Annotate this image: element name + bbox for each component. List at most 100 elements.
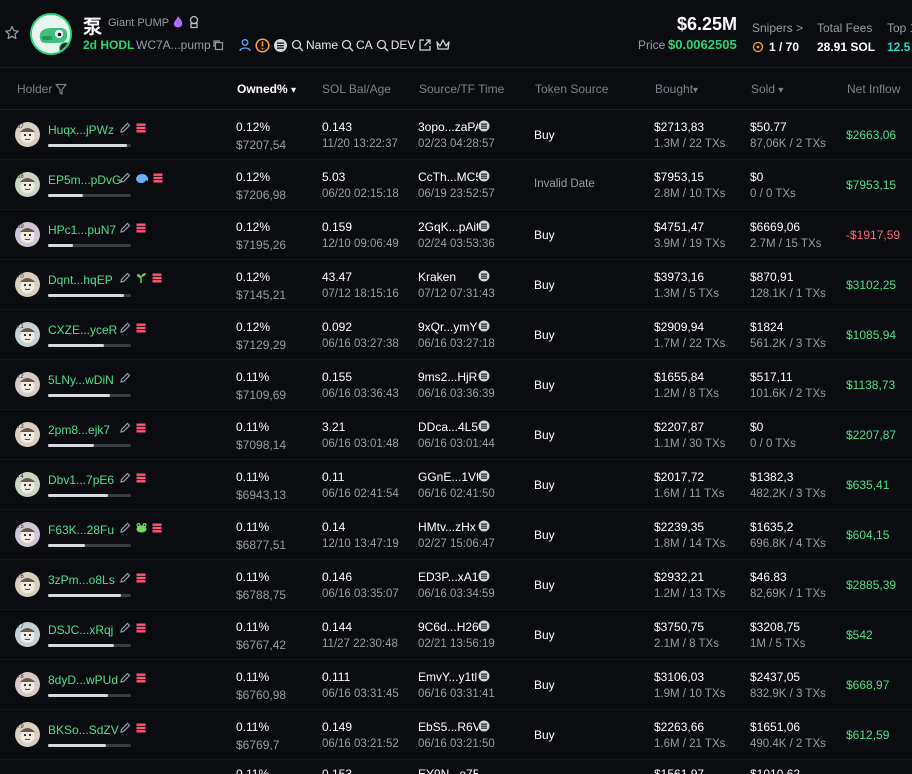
edit-icon[interactable] xyxy=(119,471,132,489)
sol-balance: 0.111 xyxy=(322,670,351,684)
edit-icon[interactable] xyxy=(119,171,132,189)
sold-column-header[interactable]: Sold ▾ xyxy=(751,82,783,96)
funding-source[interactable]: DDca...4L5 xyxy=(418,420,478,434)
holder-address[interactable]: F63K...28Fu xyxy=(48,523,114,537)
funding-source[interactable]: HMtv...zHx xyxy=(418,520,478,534)
avatar[interactable]: 75 xyxy=(15,522,40,547)
table-row[interactable]: 68 EP5m...pDvG 0.12% $7206,98 5.03 06/20 02:1… xyxy=(0,160,912,210)
edit-icon[interactable] xyxy=(119,721,132,739)
table-row[interactable]: 78 8dyD...wPUd 0.11% $6760,98 0.111 06/16 03:… xyxy=(0,660,912,710)
table-row[interactable]: 71 CXZE...yceR 0.12% $7129,29 0.092 06/16 03:… xyxy=(0,310,912,360)
solana-icon[interactable] xyxy=(273,38,288,53)
funding-source[interactable]: EY9N...e7B xyxy=(418,767,478,774)
edit-icon[interactable] xyxy=(119,271,132,289)
table-row[interactable]: 0.11% 0.153 EY9N...e7B $1561,97 $1010,62 xyxy=(0,760,912,774)
sol-bal-column-header[interactable]: SOL Bal/Age xyxy=(322,82,391,96)
edit-icon[interactable] xyxy=(119,571,132,589)
holder-address[interactable]: CXZE...yceR xyxy=(48,323,117,337)
funding-source[interactable]: GGnE...1Vf xyxy=(418,470,478,484)
holding-progress-bar xyxy=(48,494,131,497)
search-dev-button[interactable]: DEV xyxy=(376,38,415,52)
avatar[interactable]: 73 xyxy=(15,422,40,447)
funding-source[interactable]: 9xQr...ymY xyxy=(418,320,478,334)
edit-icon[interactable] xyxy=(119,421,132,439)
funding-source[interactable]: 3opo...zaPA xyxy=(418,120,478,134)
funding-source[interactable]: 2GqK...pAit xyxy=(418,220,478,234)
star-icon[interactable] xyxy=(4,25,20,41)
holder-column-header[interactable]: Holder xyxy=(17,82,67,96)
avatar[interactable]: 67 xyxy=(15,122,40,147)
holder-address[interactable]: 8dyD...wPUd xyxy=(48,673,118,687)
edit-icon[interactable] xyxy=(119,671,132,689)
sol-balance: 0.092 xyxy=(322,320,353,334)
wallet-age: 11/20 13:22:37 xyxy=(322,138,398,150)
edit-icon[interactable] xyxy=(119,371,132,389)
table-row[interactable]: 74 Dbv1...7pE6 0.11% $6943,13 0.11 06/16 02:4… xyxy=(0,460,912,510)
solana-icon xyxy=(478,170,490,182)
holder-address[interactable]: BKSo...SdZV xyxy=(48,723,119,737)
token-source-column-header[interactable]: Token Source xyxy=(535,82,608,96)
funding-source[interactable]: ED3P...xA1 xyxy=(418,570,478,584)
source-tf-column-header[interactable]: Source/TF Time xyxy=(419,82,504,96)
edit-icon[interactable] xyxy=(119,621,132,639)
avatar[interactable]: 76 xyxy=(15,572,40,597)
contract-address[interactable]: WC7A...pump xyxy=(136,38,211,52)
holder-address[interactable]: Huqx...jPWz xyxy=(48,123,114,137)
table-row[interactable]: 76 3zPm...o8Ls 0.11% $6788,75 0.146 06/16 03:… xyxy=(0,560,912,610)
token-avatar[interactable] xyxy=(30,13,72,55)
avatar[interactable]: 71 xyxy=(15,322,40,347)
holder-rank: 75 xyxy=(17,524,24,530)
external-link-icon[interactable] xyxy=(418,38,432,52)
table-row[interactable]: 69 HPc1...puN7 0.12% $7195,26 0.159 12/10 09:… xyxy=(0,210,912,260)
net-inflow: $635,41 xyxy=(846,478,890,492)
holder-address[interactable]: 3zPm...o8Ls xyxy=(48,573,115,587)
funding-source[interactable]: Kraken xyxy=(418,270,478,284)
filter-icon[interactable] xyxy=(55,83,67,95)
edit-icon[interactable] xyxy=(119,521,132,539)
search-ca-button[interactable]: CA xyxy=(341,38,373,52)
net-inflow-column-header[interactable]: Net Inflow xyxy=(847,82,900,96)
avatar[interactable]: 78 xyxy=(15,672,40,697)
table-row[interactable]: 77 DSJC...xRqj 0.11% $6767,42 0.144 11/27 22:… xyxy=(0,610,912,660)
owned-column-header[interactable]: Owned% ▾ xyxy=(237,82,296,96)
table-row[interactable]: 73 2pm8...ejk7 0.11% $7098,14 3.21 06/16 03:0… xyxy=(0,410,912,460)
avatar[interactable]: 70 xyxy=(15,272,40,297)
table-row[interactable]: 67 Huqx...jPWz 0.12% $7207,54 0.143 11/20 13:… xyxy=(0,110,912,160)
edit-icon[interactable] xyxy=(119,121,132,139)
edit-icon[interactable] xyxy=(119,321,132,339)
holder-address[interactable]: 5LNy...wDiN xyxy=(48,373,114,387)
funding-source[interactable]: 9C6d...H26 xyxy=(418,620,478,634)
user-icon[interactable] xyxy=(238,38,252,52)
avatar[interactable]: 69 xyxy=(15,222,40,247)
crown-icon[interactable] xyxy=(435,38,451,52)
edit-icon[interactable] xyxy=(119,221,132,239)
avatar[interactable]: 68 xyxy=(15,172,40,197)
warning-icon[interactable] xyxy=(255,37,270,53)
holder-address[interactable]: Dbv1...7pE6 xyxy=(48,473,114,487)
copy-icon[interactable] xyxy=(212,39,224,51)
table-row[interactable]: 75 F63K...28Fu 0.11% $6877,51 0.14 12/10 13:4… xyxy=(0,510,912,560)
table-row[interactable]: 79 BKSo...SdZV 0.11% $6769,7 0.149 06/16 03:2… xyxy=(0,710,912,760)
holder-address[interactable]: HPc1...puN7 xyxy=(48,223,116,237)
owned-usd: $7145,21 xyxy=(236,288,287,302)
bought-column-header[interactable]: Bought▾ xyxy=(655,82,698,96)
owned-header-label: Owned% xyxy=(237,82,288,96)
funding-source[interactable]: CcTh...MC5 xyxy=(418,170,478,184)
holder-address[interactable]: Dqnt...hqEP xyxy=(48,273,113,287)
holder-address[interactable]: EP5m...pDvG xyxy=(48,173,121,187)
funding-source[interactable]: 9ms2...HjR xyxy=(418,370,478,384)
table-row[interactable]: 72 5LNy...wDiN 0.11% $7109,69 0.155 06/16 03:… xyxy=(0,360,912,410)
avatar[interactable]: 79 xyxy=(15,722,40,747)
snipers-stat[interactable]: Snipers > 1 / 70 xyxy=(752,21,803,54)
search-name-button[interactable]: Name xyxy=(291,38,338,52)
avatar[interactable]: 74 xyxy=(15,472,40,497)
table-row[interactable]: 70 Dqnt...hqEP 0.12% $7145,21 43.47 07/12 18:… xyxy=(0,260,912,310)
funding-source[interactable]: EbS5...R6V xyxy=(418,720,478,734)
holder-address[interactable]: 2pm8...ejk7 xyxy=(48,423,110,437)
avatar[interactable]: 72 xyxy=(15,372,40,397)
holder-address[interactable]: DSJC...xRqj xyxy=(48,623,113,637)
funding-source[interactable]: EmvY...y1tl xyxy=(418,670,478,684)
owned-percent: 0.11% xyxy=(236,620,270,634)
bought-usd: $2207,87 xyxy=(654,420,705,434)
avatar[interactable]: 77 xyxy=(15,622,40,647)
